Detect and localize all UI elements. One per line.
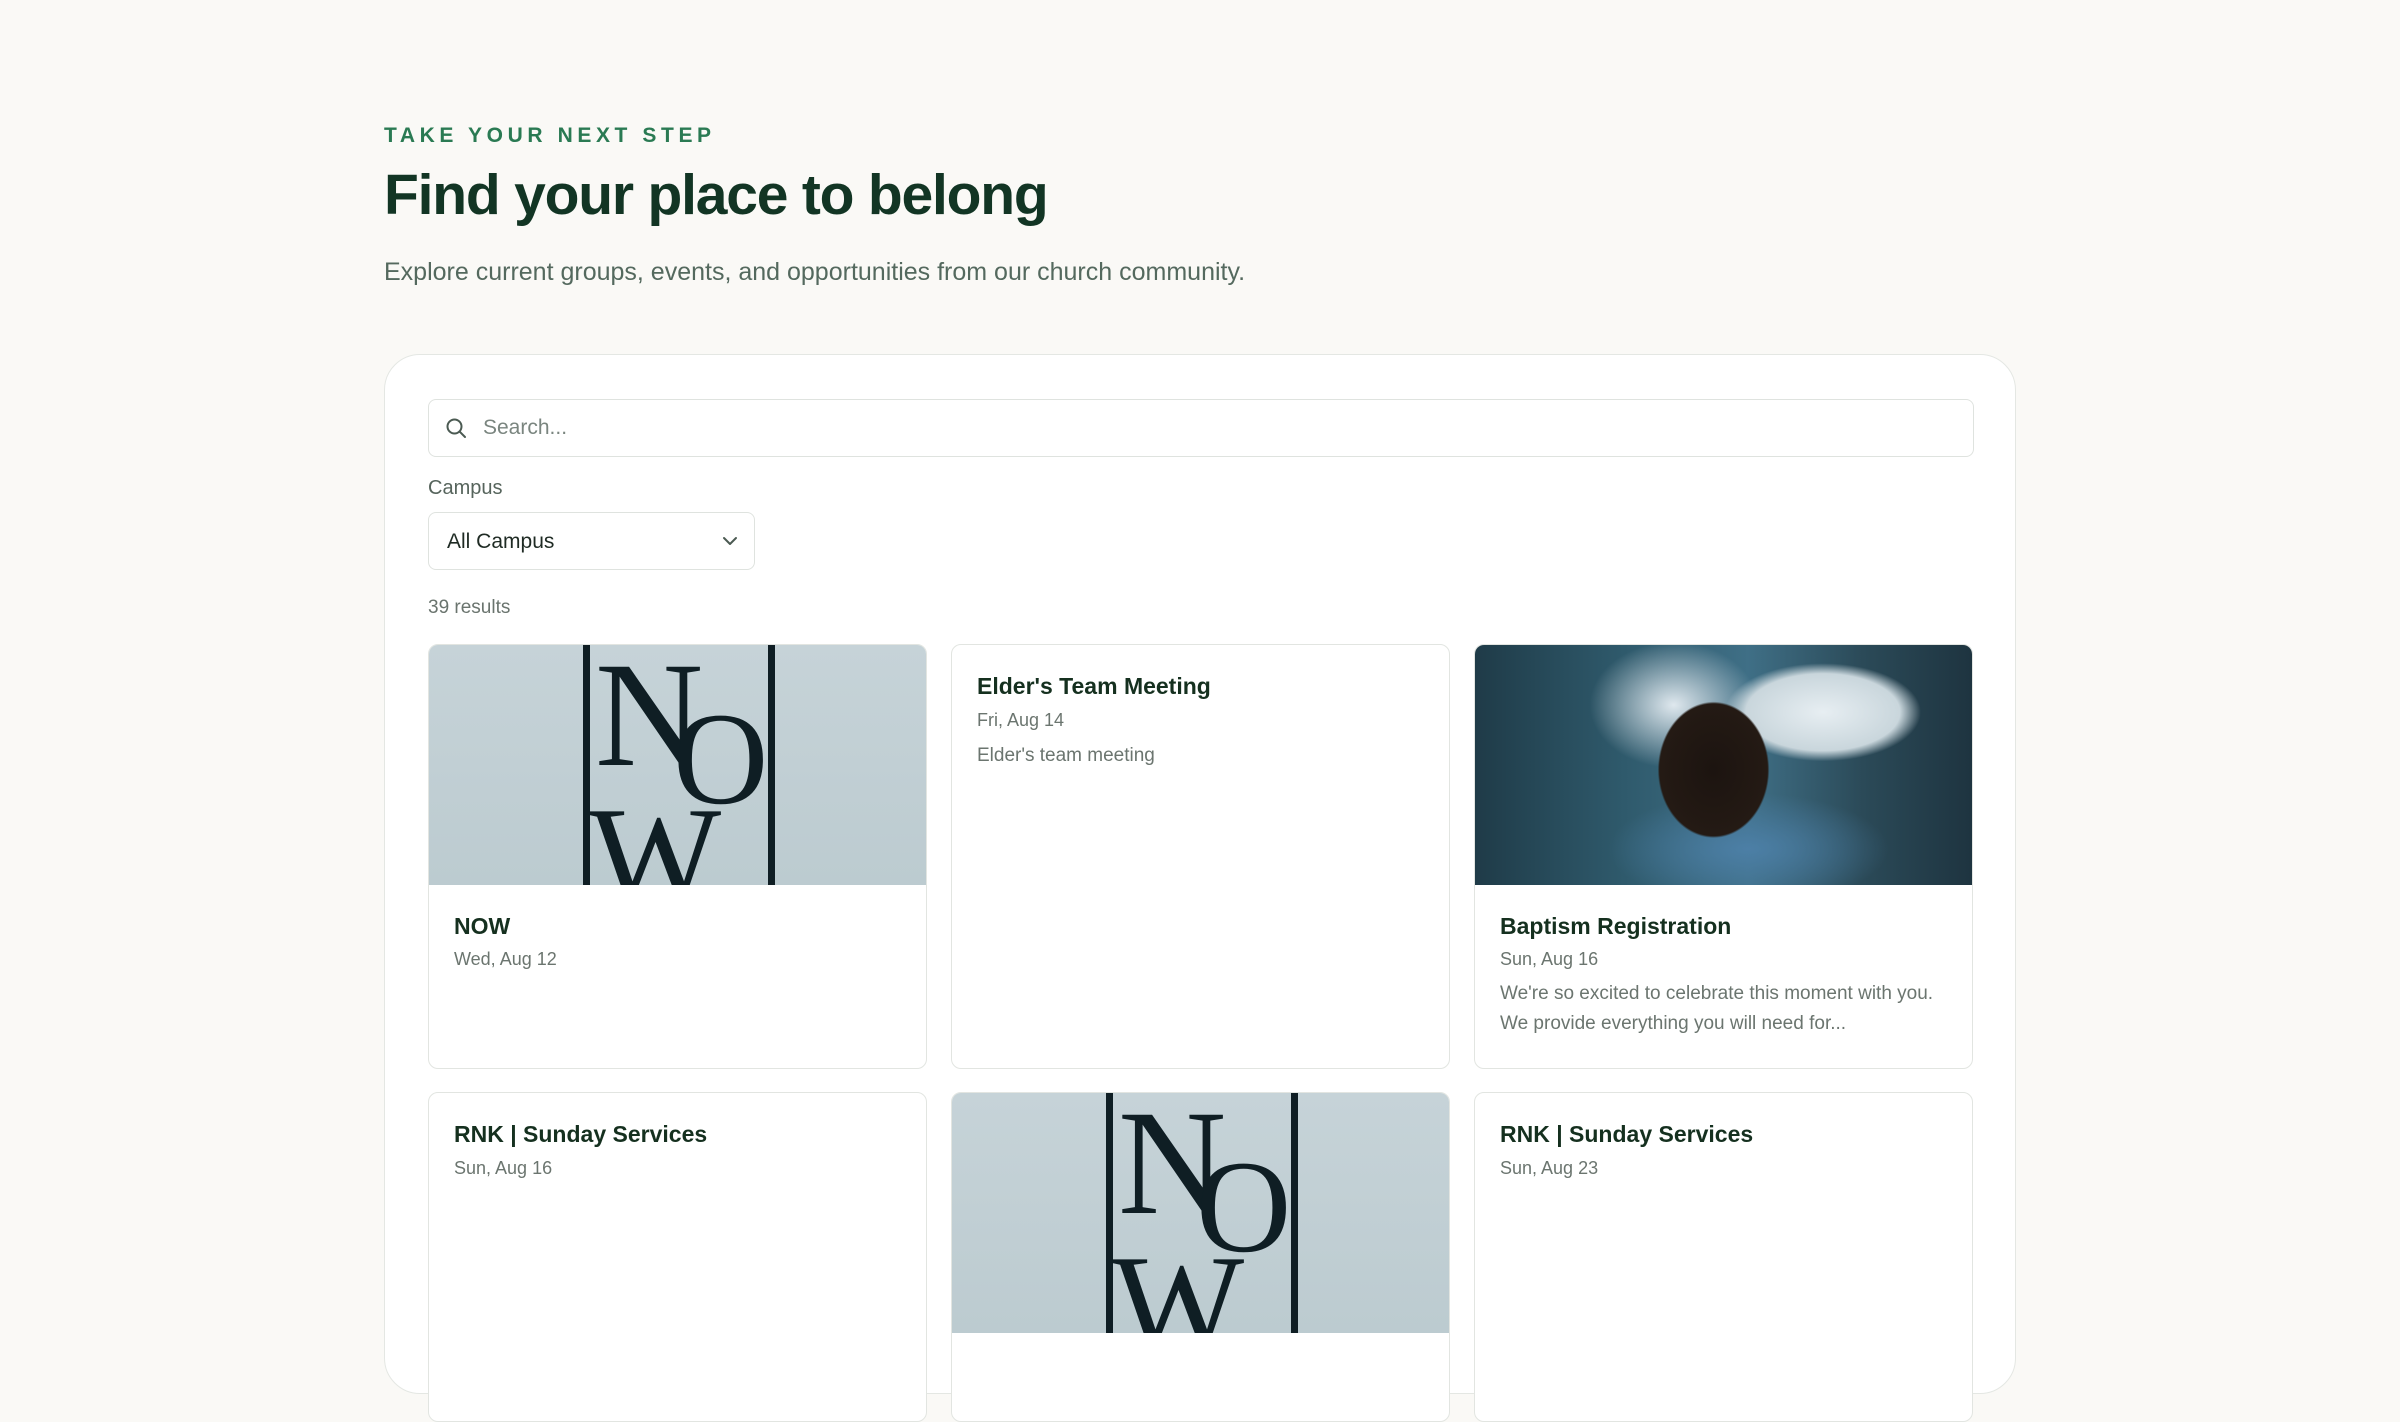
card-title: NOW: [454, 913, 511, 939]
campus-filter-label: Campus: [428, 477, 503, 499]
now-poster-graphic: N O W: [583, 645, 775, 934]
card-date: Fri, Aug 14: [977, 710, 1065, 730]
chevron-down-icon: [723, 537, 737, 545]
campus-select-value: All Campus: [447, 530, 555, 553]
event-card[interactable]: Baptism Registration Sun, Aug 16 We're s…: [1474, 644, 1973, 1069]
card-date: Sun, Aug 23: [1500, 1158, 1599, 1178]
now-letter-w: W: [589, 779, 721, 885]
results-count: 39 results: [428, 597, 511, 618]
search-input[interactable]: [483, 400, 1953, 455]
search-icon: [446, 418, 466, 438]
card-title: RNK | Sunday Services: [454, 1121, 708, 1147]
now-poster-graphic: N O W: [1106, 1093, 1298, 1382]
card-title: Baptism Registration: [1500, 913, 1732, 939]
card-description: Elder's team meeting: [977, 745, 1155, 766]
card-date: Wed, Aug 12: [454, 949, 557, 969]
event-card[interactable]: N O W NOW Wed, Aug 12: [428, 644, 927, 1069]
card-date: Sun, Aug 16: [454, 1158, 553, 1178]
now-poster-image: N O W: [952, 1093, 1449, 1382]
now-poster-image: N O W: [429, 645, 926, 934]
card-title: RNK | Sunday Services: [1500, 1121, 1754, 1147]
event-card[interactable]: RNK | Sunday Services Sun, Aug 16: [428, 1092, 927, 1422]
eyebrow-label: TAKE YOUR NEXT STEP: [384, 124, 716, 147]
card-description: We're so excited to celebrate this momen…: [1500, 983, 1934, 1034]
page-title: Find your place to belong: [384, 163, 1049, 227]
event-card[interactable]: N O W: [951, 1092, 1450, 1422]
event-card[interactable]: Elder's Team Meeting Fri, Aug 14 Elder's…: [951, 644, 1450, 1069]
listing-panel: Campus All Campus 39 results N O W NOW W…: [384, 354, 2016, 1422]
campus-select[interactable]: All Campus: [428, 512, 755, 570]
search-box[interactable]: [428, 399, 1974, 457]
now-letter-w: W: [1112, 1227, 1244, 1333]
card-date: Sun, Aug 16: [1500, 949, 1599, 969]
event-card[interactable]: RNK | Sunday Services Sun, Aug 23: [1474, 1092, 1973, 1422]
card-title: Elder's Team Meeting: [977, 673, 1211, 699]
baptism-photo-image: [1475, 645, 1972, 885]
page-subtitle: Explore current groups, events, and oppo…: [384, 258, 1246, 286]
